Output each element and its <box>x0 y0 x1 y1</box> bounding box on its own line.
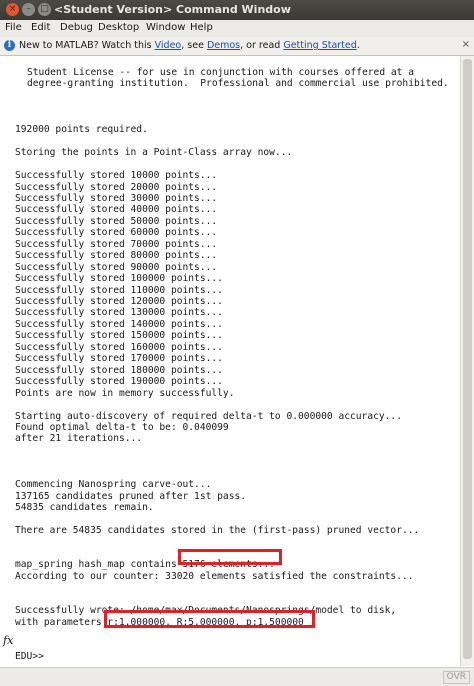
demos-link[interactable]: Demos <box>207 40 240 51</box>
console-line: 192000 points required. <box>15 124 148 136</box>
vertical-scrollbar[interactable] <box>460 56 474 666</box>
menu-bar: File Edit Debug Desktop Window Help <box>0 20 474 38</box>
console-line: after 21 iterations... <box>15 433 143 445</box>
window-title: <Student Version> Command Window <box>54 3 291 16</box>
console-line: EDU>> <box>15 650 44 662</box>
menu-help[interactable]: Help <box>190 22 213 33</box>
console-line: Commencing Nanospring carve-out... <box>15 479 212 491</box>
console-line: Successfully stored 20000 points... <box>15 181 218 193</box>
overwrite-indicator: OVR <box>442 671 470 684</box>
menu-window[interactable]: Window <box>146 22 185 33</box>
console-line: Successfully stored 70000 points... <box>15 238 218 250</box>
info-icon: i <box>4 40 15 51</box>
maximize-window-icon[interactable]: □ <box>38 3 51 16</box>
console-line: Student License -- for use in conjunctio… <box>27 67 414 78</box>
console-line: Successfully stored 90000 points... <box>15 261 218 273</box>
console-line: Storing the points in a Point-Class arra… <box>15 147 293 159</box>
menu-desktop[interactable]: Desktop <box>98 22 139 33</box>
menu-debug[interactable]: Debug <box>60 22 93 33</box>
console-line: Successfully stored 150000 points... <box>15 330 223 342</box>
console-line: Successfully stored 110000 points... <box>15 284 223 296</box>
console-line: Successfully stored 130000 points... <box>15 307 223 319</box>
info-close-icon[interactable]: × <box>462 39 470 50</box>
console-line: According to our counter: 33020 elements… <box>15 570 414 582</box>
console-line: Successfully stored 30000 points... <box>15 192 218 204</box>
menu-file[interactable]: File <box>5 22 22 33</box>
console-line: 137165 candidates pruned after 1st pass. <box>15 490 247 502</box>
console-line: Successfully stored 120000 points... <box>15 296 223 307</box>
console-line: degree-granting institution. Professiona… <box>27 78 449 90</box>
close-window-icon[interactable]: × <box>6 3 19 16</box>
console-line: Successfully stored 60000 points... <box>15 227 218 239</box>
info-text: New to MATLAB? Watch this Video, see Dem… <box>19 40 360 51</box>
title-bar: × – □ <Student Version> Command Window <box>0 0 474 20</box>
console-line: Successfully stored 180000 points... <box>15 364 223 376</box>
console-line: Starting auto-discovery of required delt… <box>15 410 402 422</box>
console-line: Found optimal delta-t to be: 0.040099 <box>15 421 229 433</box>
getting-started-link[interactable]: Getting Started <box>283 40 356 51</box>
console-line: Successfully stored 10000 points... <box>15 170 218 182</box>
console-line: Successfully stored 40000 points... <box>15 204 218 216</box>
console-line: Successfully stored 80000 points... <box>15 250 218 262</box>
highlight-box-parameters <box>104 610 315 628</box>
console-line: There are 54835 candidates stored in the… <box>15 525 420 536</box>
info-bar: i New to MATLAB? Watch this Video, see D… <box>0 37 474 56</box>
console-line: Successfully stored 100000 points... <box>15 273 223 285</box>
console-line: Successfully stored 170000 points... <box>15 353 223 365</box>
scrollbar-thumb[interactable] <box>463 59 472 659</box>
console-line: Successfully stored 140000 points... <box>15 318 223 330</box>
command-window-output[interactable]: Student License -- for use in conjunctio… <box>0 56 460 676</box>
video-link[interactable]: Video <box>155 40 182 51</box>
console-line: Successfully stored 50000 points... <box>15 215 218 227</box>
menu-edit[interactable]: Edit <box>31 22 50 33</box>
minimize-window-icon[interactable]: – <box>22 3 35 16</box>
console-line: Successfully stored 160000 points... <box>15 341 223 353</box>
function-browser-icon[interactable]: fx <box>3 634 13 647</box>
console-line: Points are now in memory successfully. <box>15 387 235 399</box>
highlight-box-elements <box>178 549 282 565</box>
console-line: 54835 candidates remain. <box>15 502 154 514</box>
status-bar: OVR <box>0 667 474 686</box>
console-line: Successfully stored 190000 points... <box>15 376 223 388</box>
